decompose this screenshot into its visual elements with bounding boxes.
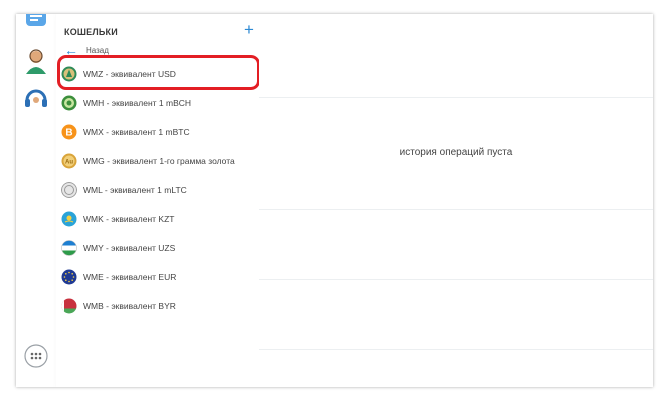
svg-text:B: B <box>65 127 72 138</box>
wallet-item-wmh[interactable]: WMH - эквивалент 1 mBCH <box>56 88 259 117</box>
divider <box>259 349 653 350</box>
back-button[interactable]: ← Назад <box>64 43 109 57</box>
wallet-label: WMB - эквивалент BYR <box>83 300 176 311</box>
wmk-coin-icon <box>61 211 77 226</box>
wallet-item-wmx[interactable]: B WMX - эквивалент 1 mBTC <box>56 117 259 146</box>
apps-menu-icon[interactable] <box>22 342 50 370</box>
history-area: история операций пуста <box>259 14 653 387</box>
wallet-label: WMK - эквивалент KZT <box>83 213 175 224</box>
panel-title: КОШЕЛЬКИ <box>64 27 118 37</box>
wmh-coin-icon <box>61 95 77 110</box>
divider <box>259 209 653 210</box>
empty-history-text: история операций пуста <box>399 147 513 158</box>
wallet-item-wmz[interactable]: WMZ - эквивалент USD <box>56 59 259 88</box>
divider <box>259 97 653 98</box>
wallet-item-wmg[interactable]: Au WMG - эквивалент 1-го грамма золота <box>56 146 259 175</box>
wallet-label: WMX - эквивалент 1 mBTC <box>83 126 190 137</box>
app-window: КОШЕЛЬКИ + ← Назад WMZ - эквивалент USD <box>16 14 653 387</box>
wallet-label: WMY - эквивалент UZS <box>83 242 176 253</box>
wallet-list: WMZ - эквивалент USD WMH - эквивалент 1 … <box>56 59 259 320</box>
wallets-panel: КОШЕЛЬКИ + ← Назад WMZ - эквивалент USD <box>56 14 260 387</box>
wallet-label: WMZ - эквивалент USD <box>83 68 176 79</box>
wallet-label: WML - эквивалент 1 mLTC <box>83 184 187 195</box>
wallet-item-wmk[interactable]: WMK - эквивалент KZT <box>56 204 259 233</box>
messages-icon[interactable] <box>22 14 50 36</box>
wallet-label: WME - эквивалент EUR <box>83 271 177 282</box>
wmb-coin-icon <box>61 298 77 313</box>
wallet-item-wmy[interactable]: WMY - эквивалент UZS <box>56 233 259 262</box>
wallet-label: WMG - эквивалент 1-го грамма золота <box>83 155 235 166</box>
back-arrow-icon: ← <box>64 42 78 58</box>
support-headset-icon[interactable] <box>22 84 50 112</box>
wmx-coin-icon: B <box>61 124 77 139</box>
wallet-item-wml[interactable]: WML - эквивалент 1 mLTC <box>56 175 259 204</box>
wml-coin-icon <box>61 181 77 198</box>
wmy-coin-icon <box>61 239 77 256</box>
wallet-item-wme[interactable]: WME - эквивалент EUR <box>56 262 259 291</box>
back-label: Назад <box>86 45 109 55</box>
wallet-label: WMH - эквивалент 1 mBCH <box>83 97 192 108</box>
wmz-coin-icon <box>61 66 77 81</box>
divider <box>259 279 653 280</box>
contacts-icon[interactable] <box>22 48 50 76</box>
wme-coin-icon <box>61 269 77 284</box>
svg-text:Au: Au <box>65 159 73 165</box>
panel-header: КОШЕЛЬКИ + ← Назад <box>56 14 259 64</box>
add-wallet-button[interactable]: + <box>242 21 256 38</box>
wallet-item-wmb[interactable]: WMB - эквивалент BYR <box>56 291 259 320</box>
wmg-coin-icon: Au <box>61 153 77 168</box>
icon-rail <box>16 14 56 387</box>
